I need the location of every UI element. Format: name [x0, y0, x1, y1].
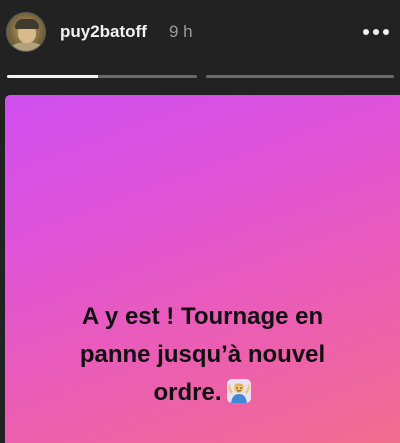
user-avatar-icon[interactable] — [6, 12, 46, 52]
story-text-line: ordre. — [153, 379, 222, 406]
avatar-shoulders — [9, 42, 45, 51]
story-text-line: panne jusqu’à nouvel — [79, 341, 326, 368]
username-link[interactable]: puy2batoff — [60, 22, 147, 42]
person-shrugging-icon — [226, 379, 251, 403]
story-text-line: A y est ! Tournage en — [81, 303, 324, 330]
story-progress-bar-1 — [7, 75, 197, 78]
story-text: A y est ! Tournage en panne jusqu’à nouv… — [5, 298, 400, 412]
story-progress-bar-2 — [206, 75, 394, 78]
story-progress-fill — [7, 75, 99, 78]
avatar-cap — [15, 19, 39, 29]
more-options-button[interactable] — [356, 18, 396, 46]
story-timestamp: 9 h — [169, 22, 193, 41]
story-header: puy2batoff 9 h — [0, 0, 400, 90]
story-text-last-line: ordre. — [5, 374, 400, 412]
more-horizontal-icon — [363, 29, 389, 35]
story-content[interactable]: A y est ! Tournage en panne jusqu’à nouv… — [5, 95, 400, 443]
